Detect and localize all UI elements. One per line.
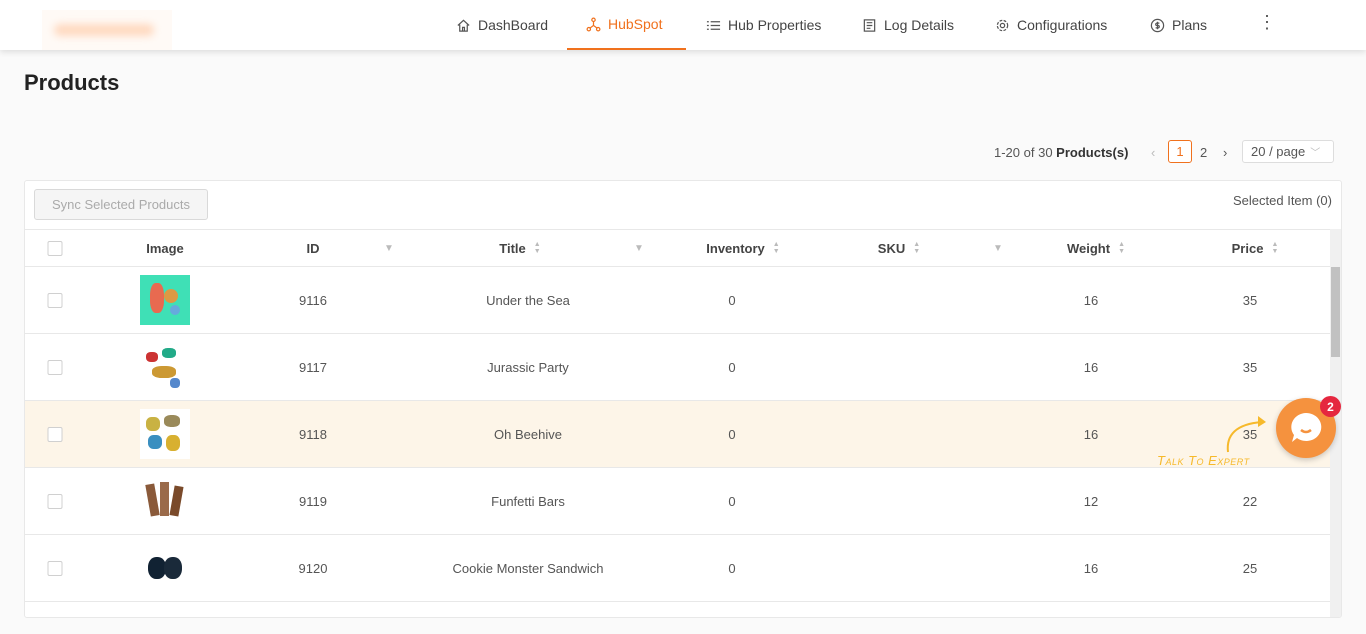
chevron-down-icon: ﹀ — [1310, 148, 1321, 159]
products-table: Sync Selected Products Selected Item (0)… — [24, 180, 1342, 618]
nav-configurations[interactable]: Configurations — [995, 0, 1107, 50]
row-checkbox[interactable] — [47, 426, 63, 442]
filter-icon[interactable]: ▼ — [993, 243, 1003, 254]
table-row[interactable]: 9119 Funfetti Bars 0 12 22 — [25, 468, 1331, 535]
sync-selected-button[interactable]: Sync Selected Products — [34, 189, 208, 220]
arrow-icon — [1226, 416, 1266, 453]
col-weight[interactable]: Weight ▲ ▼ — [1067, 230, 1125, 266]
document-icon — [863, 18, 876, 32]
sort-icon: ▲ ▼ — [772, 241, 780, 255]
cell-title: Jurassic Party — [487, 359, 569, 375]
hubspot-icon — [586, 17, 601, 31]
table-header: Image ID ▼ Title ▲ ▼ ▼ Inventory ▲ ▼ SKU ▲ ▼ ▼… — [25, 229, 1331, 267]
nav-hubspot[interactable]: HubSpot — [567, 0, 686, 50]
sort-icon: ▲ ▼ — [1271, 241, 1279, 255]
nav-plans[interactable]: Plans — [1150, 0, 1207, 50]
product-image — [140, 409, 190, 459]
table-row[interactable]: 9117 Jurassic Party 0 16 35 — [25, 334, 1331, 401]
cell-price: 35 — [1242, 359, 1258, 375]
talk-to-expert-label: Talk To Expert — [1157, 453, 1250, 468]
cell-id: 9120 — [298, 560, 328, 576]
product-image — [140, 543, 190, 593]
cell-title: Under the Sea — [486, 292, 570, 308]
cell-weight: 16 — [1083, 560, 1099, 576]
col-image: Image — [146, 240, 184, 256]
row-checkbox[interactable] — [47, 292, 63, 308]
cell-inventory: 0 — [728, 426, 736, 442]
col-title[interactable]: Title ▲ ▼ — [499, 230, 540, 266]
cell-id: 9118 — [299, 426, 327, 442]
list-icon — [706, 20, 721, 30]
cell-weight: 16 — [1083, 359, 1099, 375]
cell-weight: 12 — [1083, 493, 1099, 509]
top-nav: DashBoard HubSpot Hub Properties Log Det… — [0, 0, 1366, 50]
cell-id: 9116 — [299, 292, 327, 308]
selected-count: Selected Item (0) — [1233, 193, 1332, 208]
table-row[interactable]: 9118 Oh Beehive 0 16 35 — [25, 401, 1331, 468]
col-price[interactable]: Price ▲ ▼ — [1232, 230, 1279, 266]
gear-icon — [996, 19, 1009, 31]
page-size-select[interactable]: 20 / page ﹀ — [1242, 140, 1334, 163]
cell-price: 25 — [1242, 560, 1258, 576]
next-page-icon[interactable]: › — [1223, 140, 1227, 164]
prev-page-icon[interactable]: ‹ — [1151, 140, 1155, 164]
product-image — [140, 342, 190, 392]
nav-log-details[interactable]: Log Details — [862, 0, 954, 50]
sort-icon: ▲ ▼ — [533, 241, 541, 255]
home-icon — [457, 19, 470, 32]
scrollbar-thumb[interactable] — [1331, 267, 1340, 357]
cell-title: Oh Beehive — [494, 426, 562, 442]
cell-inventory: 0 — [728, 493, 736, 509]
col-id: ID — [306, 240, 320, 256]
row-checkbox[interactable] — [47, 493, 63, 509]
cell-id: 9117 — [299, 359, 327, 375]
filter-icon[interactable]: ▼ — [634, 243, 644, 254]
cell-inventory: 0 — [728, 560, 736, 576]
cell-inventory: 0 — [728, 359, 736, 375]
logo — [42, 10, 172, 50]
dollar-icon — [1150, 18, 1165, 32]
page-1-button[interactable]: 1 — [1168, 140, 1192, 163]
cell-inventory: 0 — [728, 292, 736, 308]
more-menu-icon[interactable]: ⋮ — [1258, 12, 1276, 33]
col-sku[interactable]: SKU ▲ ▼ — [878, 230, 920, 266]
product-image — [140, 476, 190, 526]
table-row[interactable]: 9116 Under the Sea 0 16 35 — [25, 267, 1331, 334]
cell-price: 22 — [1242, 493, 1258, 509]
cell-title: Cookie Monster Sandwich — [452, 560, 604, 576]
cell-price: 35 — [1242, 292, 1258, 308]
cell-weight: 16 — [1083, 426, 1099, 442]
cell-id: 9119 — [299, 493, 327, 509]
row-checkbox[interactable] — [47, 359, 63, 375]
notification-badge: 2 — [1320, 396, 1341, 417]
cell-title: Funfetti Bars — [491, 493, 565, 509]
select-all-checkbox[interactable] — [47, 240, 63, 256]
product-image — [140, 275, 190, 325]
col-inventory[interactable]: Inventory ▲ ▼ — [706, 230, 779, 266]
page-2-button[interactable]: 2 — [1200, 140, 1207, 164]
nav-hub-properties[interactable]: Hub Properties — [706, 0, 821, 50]
row-checkbox[interactable] — [47, 560, 63, 576]
sort-icon: ▲ ▼ — [913, 241, 921, 255]
table-row[interactable]: 9120 Cookie Monster Sandwich 0 16 25 — [25, 535, 1331, 602]
filter-icon[interactable]: ▼ — [384, 243, 394, 254]
cell-weight: 16 — [1083, 292, 1099, 308]
nav-dashboard[interactable]: DashBoard — [456, 0, 548, 50]
page-title: Products — [24, 70, 120, 95]
sort-icon: ▲ ▼ — [1118, 241, 1126, 255]
pagination-total: 1-20 of 30 Products(s) — [994, 144, 1129, 160]
